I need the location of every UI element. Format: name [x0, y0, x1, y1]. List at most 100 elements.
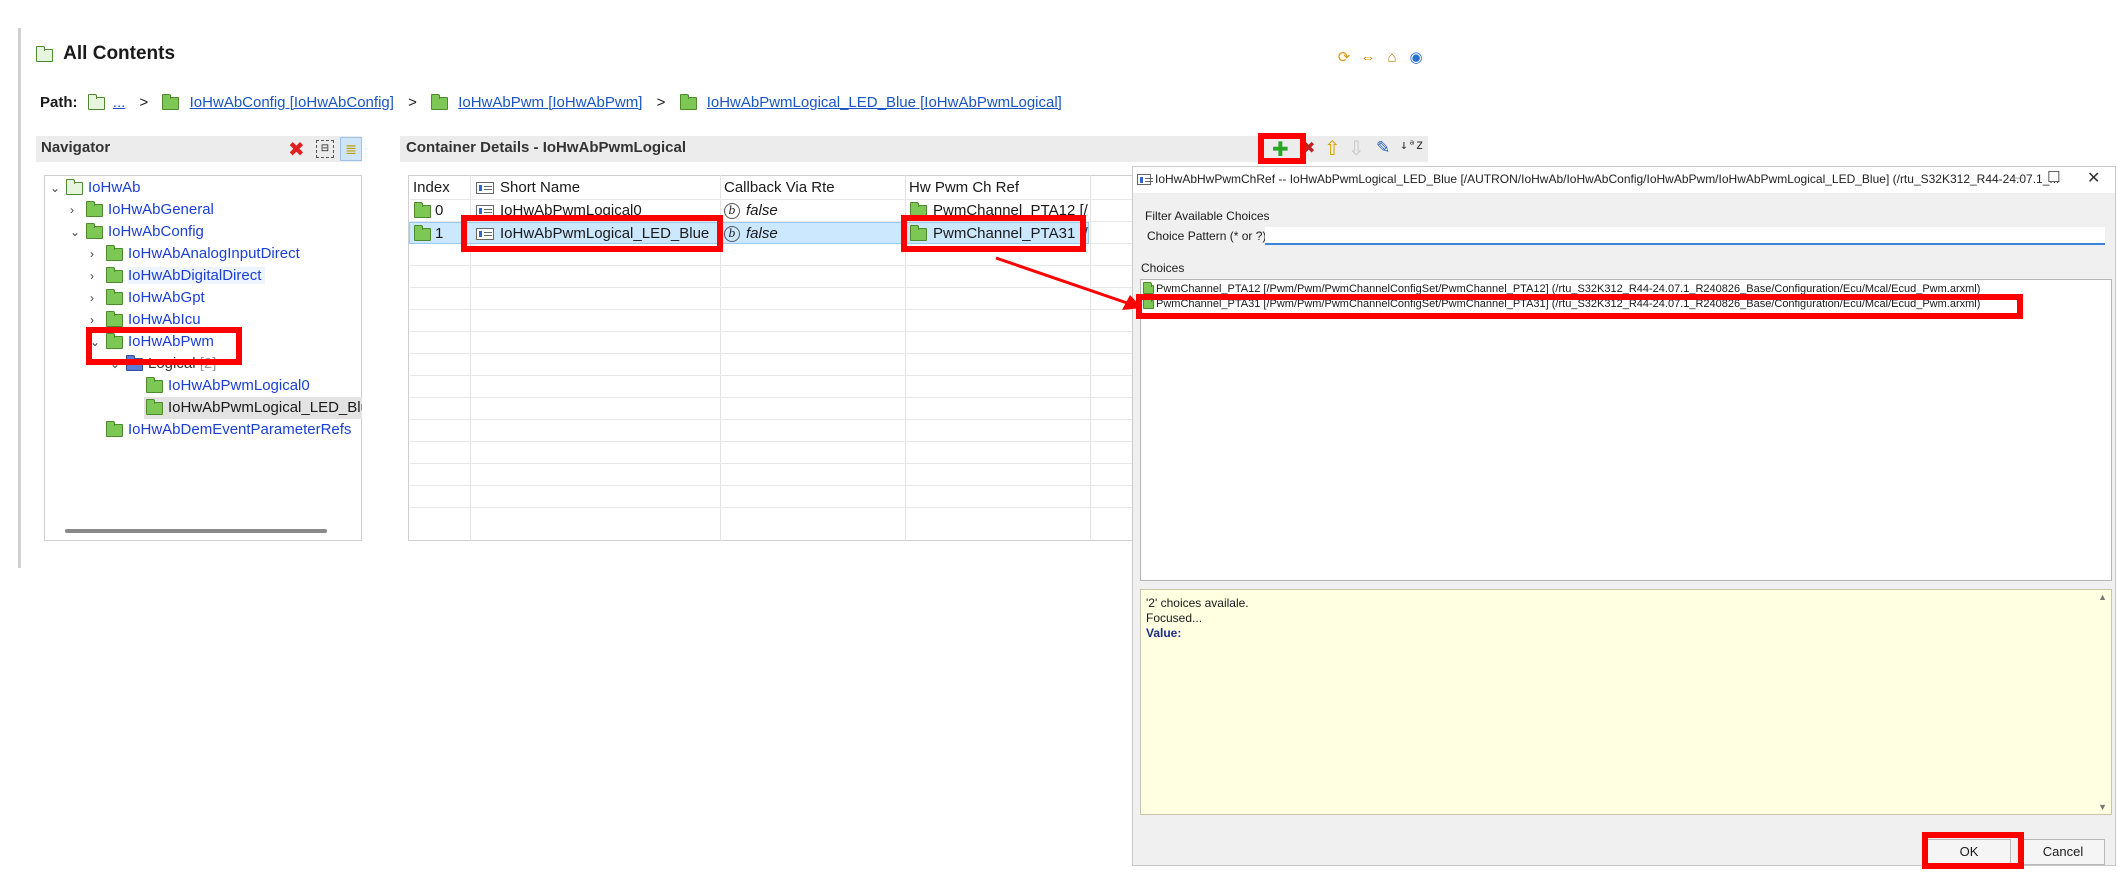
move-up-icon[interactable]: ⇧: [1324, 136, 1341, 161]
tree-item-led-blue[interactable]: IoHwAbPwmLogical_LED_Blu: [144, 397, 362, 419]
info-panel: '2' choices availale. Focused... Value: …: [1140, 589, 2112, 815]
folder-icon: [146, 398, 163, 415]
remove-icon[interactable]: ✖: [288, 137, 305, 162]
close-icon[interactable]: ✕: [2087, 168, 2100, 188]
breadcrumb-led-blue[interactable]: IoHwAbPwmLogical_LED_Blue [IoHwAbPwmLogi…: [707, 94, 1062, 111]
folder-icon: [106, 420, 123, 437]
chevron-right-icon[interactable]: ›: [90, 287, 106, 309]
folder-icon: [146, 376, 163, 393]
callback-value: false: [746, 225, 778, 242]
path-separator: >: [408, 94, 417, 111]
highlight-iohwabpwm: [86, 327, 242, 365]
minimize-icon[interactable]: —: [2011, 170, 2023, 184]
page-header: All Contents: [36, 42, 175, 66]
folder-icon: [106, 266, 123, 283]
folder-icon: [86, 200, 103, 217]
container-title: Container Details - IoHwAbPwmLogical: [406, 139, 687, 156]
row-callback[interactable]: b false: [724, 200, 778, 222]
tree-item-iohwab[interactable]: ⌄ IoHwAb: [50, 177, 141, 199]
chevron-right-icon[interactable]: ›: [90, 265, 106, 287]
breadcrumb-iohwabconfig[interactable]: IoHwAbConfig [IoHwAbConfig]: [190, 94, 394, 111]
row-divider: [410, 419, 1132, 420]
chevron-down-icon[interactable]: ⌄: [70, 221, 86, 243]
breadcrumb-iohwabpwm[interactable]: IoHwAbPwm [IoHwAbPwm]: [458, 94, 642, 111]
tree-item-dem-event[interactable]: IoHwAbDemEventParameterRefs: [106, 419, 351, 441]
column-header-hw-ref[interactable]: Hw Pwm Ch Ref: [909, 177, 1019, 199]
tree-item-gpt[interactable]: › IoHwAbGpt: [90, 287, 205, 309]
tree-item-label: IoHwAb: [88, 179, 141, 196]
tree-item-label: IoHwAbAnalogInputDirect: [128, 245, 300, 262]
column-header-index[interactable]: Index: [413, 177, 450, 199]
tree-item-label: IoHwAbPwmLogical_LED_Blu: [168, 399, 362, 416]
tree-item-iohwabgeneral[interactable]: › IoHwAbGeneral: [70, 199, 214, 221]
tree-item-digital-direct[interactable]: › IoHwAbDigitalDirect: [90, 265, 266, 287]
folder-icon: [86, 222, 103, 239]
link-editor-icon[interactable]: ≣: [340, 137, 362, 161]
highlight-add-button: [1258, 133, 1306, 164]
sync-icon[interactable]: ⟳: [1334, 48, 1354, 68]
tree-item-label: IoHwAbIcu: [128, 311, 201, 328]
row-divider: [410, 463, 1132, 464]
path-separator: >: [139, 94, 149, 111]
tree-item-iohwabconfig[interactable]: ⌄ IoHwAbConfig: [70, 221, 204, 243]
highlight-hw-ref: [901, 215, 1086, 252]
page-title: All Contents: [63, 43, 176, 64]
tree-item-label: IoHwAbDemEventParameterRefs: [128, 421, 352, 438]
cancel-button[interactable]: Cancel: [2021, 839, 2105, 865]
folder-icon: [106, 288, 123, 305]
folder-icon: [431, 93, 449, 110]
choices-list: PwmChannel_PTA12 [/Pwm/Pwm/PwmChannelCon…: [1140, 279, 2112, 581]
module-icon: [66, 178, 83, 195]
pattern-label: Choice Pattern (* or ?): [1147, 229, 1267, 243]
highlight-ok-button: [1922, 832, 2024, 869]
row-index: 0: [414, 200, 443, 222]
folder-icon: [162, 93, 180, 110]
column-header-short-name[interactable]: Short Name: [476, 177, 580, 199]
chevron-down-icon[interactable]: ⌄: [50, 177, 66, 199]
navigator-header: Navigator ✖ ⊟ ≣: [36, 136, 362, 162]
boolean-icon: b: [724, 203, 740, 220]
link-horizontal-icon[interactable]: ⇔: [1358, 48, 1378, 68]
chevron-right-icon[interactable]: ›: [90, 243, 106, 265]
left-border: [18, 28, 21, 568]
edit-icon[interactable]: ✎: [1376, 138, 1390, 158]
row-divider: [410, 353, 1132, 354]
info-scroll-up-icon[interactable]: ▲: [2098, 592, 2107, 602]
choice-pattern-input[interactable]: [1265, 227, 2105, 245]
tree-item-label: IoHwAbGeneral: [108, 201, 214, 218]
folder-icon: [106, 310, 123, 327]
tree-item-analog-input[interactable]: › IoHwAbAnalogInputDirect: [90, 243, 300, 265]
list-icon: [476, 182, 494, 195]
navigator-title: Navigator: [41, 139, 111, 156]
folder-icon: [414, 201, 431, 218]
column-divider: [1090, 175, 1091, 541]
move-down-icon[interactable]: ⇩: [1348, 136, 1365, 161]
highlight-choice: [1136, 294, 2023, 319]
callback-value: false: [746, 202, 778, 219]
folder-icon: [106, 244, 123, 261]
row-divider: [410, 331, 1132, 332]
collapse-all-icon[interactable]: ⊟: [316, 140, 334, 158]
sort-icon[interactable]: ↓ᵃz: [1400, 138, 1423, 153]
web-icon[interactable]: ◉: [1406, 48, 1426, 68]
tree-item-logical0[interactable]: IoHwAbPwmLogical0: [146, 375, 310, 397]
chevron-right-icon[interactable]: ›: [70, 199, 86, 221]
row-callback[interactable]: b false: [724, 223, 778, 245]
contents-icon: [36, 45, 53, 62]
maximize-icon[interactable]: ☐: [2047, 168, 2060, 186]
home-icon[interactable]: ⌂: [1382, 48, 1402, 68]
row-index-value: 1: [435, 225, 444, 242]
arrow-line: [995, 256, 1131, 306]
breadcrumb: Path: ... > IoHwAbConfig [IoHwAbConfig] …: [40, 92, 1062, 114]
info-value-label: Value:: [1146, 626, 1182, 640]
path-ellipsis-link[interactable]: ...: [113, 94, 126, 111]
column-header-callback[interactable]: Callback Via Rte: [724, 177, 835, 199]
info-scroll-down-icon[interactable]: ▼: [2098, 802, 2107, 812]
row-divider: [410, 485, 1132, 486]
path-separator: >: [656, 94, 666, 111]
folder-icon: [414, 224, 431, 241]
row-index-value: 0: [435, 202, 444, 219]
tree-scrollbar[interactable]: [65, 529, 327, 533]
row-divider: [410, 397, 1132, 398]
dialog-titlebar: IoHwAbHwPwmChRef -- IoHwAbPwmLogical_LED…: [1133, 167, 2115, 193]
